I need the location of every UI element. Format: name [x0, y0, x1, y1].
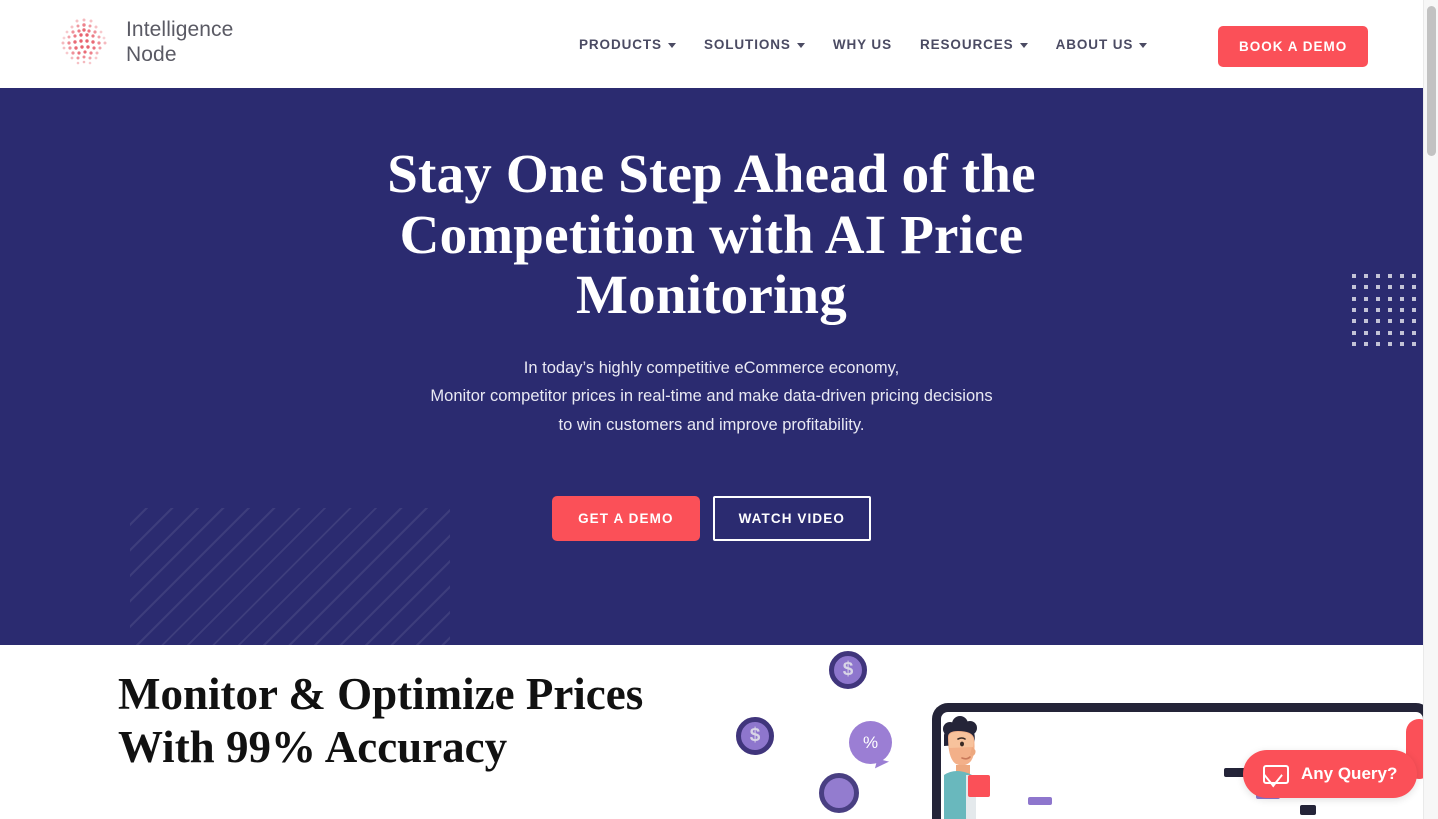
logo[interactable]: Intelligence Node	[55, 14, 233, 72]
hero-subtitle: In today’s highly competitive eCommerce …	[430, 358, 993, 434]
vertical-scrollbar[interactable]	[1423, 0, 1438, 819]
percent-speech-bubble: %	[849, 721, 892, 764]
chevron-down-icon	[667, 42, 676, 48]
dollar-coin-icon: $	[736, 717, 774, 755]
hero-content: Stay One Step Ahead of the Competition w…	[0, 88, 1423, 542]
nav-label-solutions: SOLUTIONS	[703, 36, 791, 52]
logo-text-line2: Node	[126, 43, 177, 66]
page-viewport: Intelligence Node PRODUCTS SOLUTIONS WHY …	[0, 0, 1423, 819]
envelope-icon	[1263, 764, 1289, 784]
nav-label-why-us: WHY US	[832, 36, 892, 52]
dollar-coin-icon	[819, 773, 859, 813]
hero-section: Stay One Step Ahead of the Competition w…	[0, 88, 1423, 645]
nav-label-about-us: ABOUT US	[1055, 36, 1134, 52]
nav-label-resources: RESOURCES	[919, 36, 1014, 52]
browser-page: Intelligence Node PRODUCTS SOLUTIONS WHY …	[0, 0, 1438, 819]
chevron-down-icon	[1019, 42, 1028, 48]
book-a-demo-button[interactable]: BOOK A DEMO	[1218, 26, 1369, 67]
dotted-sphere-logo-icon	[55, 14, 113, 72]
chat-widget-connector	[1300, 805, 1316, 815]
hero-headline: Stay One Step Ahead of the Competition w…	[387, 143, 1036, 325]
dollar-coin-icon: $	[829, 651, 867, 689]
nav-item-about-us[interactable]: ABOUT US	[1042, 27, 1162, 62]
ui-block-red	[968, 775, 990, 797]
nav-label-products: PRODUCTS	[579, 36, 662, 52]
nav-item-solutions[interactable]: SOLUTIONS	[690, 27, 819, 62]
person-illustration	[932, 713, 1002, 819]
scrollbar-thumb[interactable]	[1427, 6, 1436, 156]
nav-item-resources[interactable]: RESOURCES	[906, 27, 1042, 62]
chat-widget-label: Any Query?	[1301, 764, 1398, 783]
main-navigation: PRODUCTS SOLUTIONS WHY US RESOURCES ABOU…	[565, 0, 1161, 88]
get-a-demo-button[interactable]: GET A DEMO	[552, 496, 700, 542]
any-query-chat-button[interactable]: Any Query?	[1243, 750, 1418, 798]
features-section: Monitor & Optimize Prices With 99% Accur…	[0, 645, 1423, 819]
chevron-down-icon	[1139, 42, 1148, 48]
hero-cta-group: GET A DEMO WATCH VIDEO	[0, 496, 1423, 542]
watch-video-button[interactable]: WATCH VIDEO	[712, 496, 871, 542]
ui-block-purple	[1028, 797, 1052, 805]
dollar-coin-symbol: $	[842, 659, 854, 680]
nav-item-products[interactable]: PRODUCTS	[565, 27, 690, 62]
nav-item-why-us[interactable]: WHY US	[819, 27, 906, 62]
chevron-down-icon	[796, 42, 805, 48]
dollar-coin-symbol: $	[749, 725, 761, 746]
logo-text-line1: Intelligence	[126, 18, 234, 42]
section-heading: Monitor & Optimize Prices With 99% Accur…	[118, 669, 644, 773]
percent-symbol: %	[862, 732, 879, 752]
site-header: Intelligence Node PRODUCTS SOLUTIONS WHY …	[0, 0, 1423, 88]
logo-text: Intelligence Node	[126, 18, 233, 68]
